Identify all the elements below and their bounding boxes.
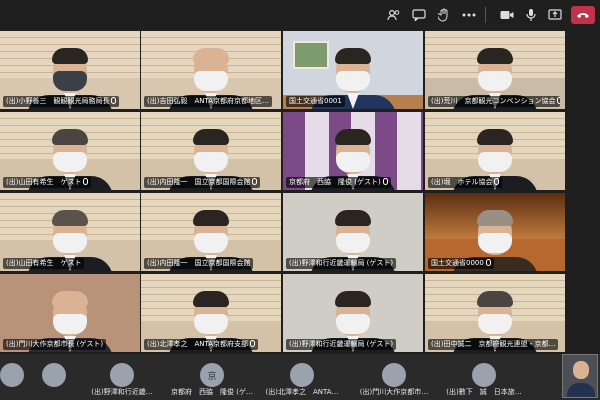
participant-name: (出)山田有希生 ゲスト bbox=[3, 177, 92, 188]
participant-name: (出)小野善三 観観観光局務局長 bbox=[3, 96, 120, 107]
participant-name: (出)田中誠二 京都府観光連盟・京都… bbox=[428, 339, 559, 350]
toolbar-divider bbox=[485, 7, 486, 23]
participant-name: (出)内田隆一 国立京都国際会館 bbox=[144, 177, 261, 188]
mic-icon bbox=[382, 178, 388, 185]
mic-icon bbox=[83, 178, 89, 185]
leave-button[interactable] bbox=[571, 6, 595, 24]
participant-name: (出)内田隆一 国立京都国際会館 bbox=[144, 258, 254, 269]
participant-slot[interactable] bbox=[0, 357, 24, 397]
participant-name: (出)堀 ホテル協会 bbox=[428, 177, 503, 188]
participant-slot[interactable]: (出)門川大作京都市… bbox=[352, 357, 436, 397]
video-tile[interactable]: (出)田中誠二 京都府観光連盟・京都… bbox=[425, 274, 565, 352]
chat-icon[interactable] bbox=[410, 6, 428, 24]
video-tile[interactable]: 京都府 西脇 隆俊 (ゲスト) bbox=[283, 112, 423, 190]
video-tile[interactable]: (出)堀 ホテル協会 bbox=[425, 112, 565, 190]
video-tile[interactable]: (出)小野善三 観観観光局務局長 bbox=[0, 31, 140, 109]
video-tile[interactable]: (出)荒川 京都観光コンベンション協会 bbox=[425, 31, 565, 109]
participant-slot[interactable]: (出)數下 誠 日本旅… bbox=[442, 357, 526, 397]
mic-icon bbox=[252, 178, 258, 185]
camera-icon[interactable] bbox=[498, 6, 516, 24]
participant-name: (出)吉田弘毅 ANTA京都府京都地区… bbox=[144, 96, 273, 107]
participant-name: (出)北澤孝之 ANTA京都府支部 bbox=[144, 339, 259, 350]
video-tile[interactable]: (出)北澤孝之 ANTA京都府支部 bbox=[141, 274, 281, 352]
participant-strip: (出)野澤和行近畿… 京 京都府 西脇 隆俊 (ゲ… (出)北澤孝之 ANTA…… bbox=[0, 354, 600, 400]
participant-name: (出)荒川 京都観光コンベンション協会 bbox=[428, 96, 560, 107]
participant-name: (出)野澤和行近畿運輸局 (ゲスト) bbox=[286, 258, 397, 269]
video-grid: (出)小野善三 観観観光局務局長 (出)吉田弘毅 ANTA京都府京都地区… 国土… bbox=[0, 31, 566, 353]
video-tile[interactable]: (出)内田隆一 国立京都国際会館 bbox=[141, 112, 281, 190]
video-tile[interactable]: 国土交通省0001 bbox=[283, 31, 423, 109]
self-view-video[interactable] bbox=[562, 354, 598, 398]
participant-name: 京都府 西脇 隆俊 (ゲスト) bbox=[286, 177, 391, 188]
participant-name: 国土交通省0001 bbox=[286, 96, 345, 107]
video-tile[interactable]: (出)吉田弘毅 ANTA京都府京都地区… bbox=[141, 31, 281, 109]
mic-icon bbox=[111, 97, 117, 104]
video-tile[interactable]: (出)野澤和行近畿運輸局 (ゲスト) bbox=[283, 193, 423, 271]
video-tile[interactable]: (出)山田有希生 ゲスト bbox=[0, 193, 140, 271]
meeting-toolbar bbox=[0, 0, 600, 30]
video-tile[interactable]: (出)内田隆一 国立京都国際会館 bbox=[141, 193, 281, 271]
raise-hand-icon[interactable] bbox=[435, 6, 453, 24]
participant-slot[interactable] bbox=[36, 357, 72, 397]
video-tile[interactable]: (出)門川大作京都市長 (ゲスト) bbox=[0, 274, 140, 352]
more-icon[interactable] bbox=[460, 6, 478, 24]
video-tile[interactable]: (出)野澤和行近畿運輸局 (ゲスト) bbox=[283, 274, 423, 352]
mic-icon bbox=[494, 178, 500, 185]
mic-icon bbox=[557, 97, 560, 104]
participant-slot[interactable]: (出)北澤孝之 ANTA… bbox=[260, 357, 344, 397]
participant-name: (出)門川大作京都市長 (ゲスト) bbox=[3, 339, 107, 350]
participant-slot[interactable]: 京 京都府 西脇 隆俊 (ゲ… bbox=[170, 357, 254, 397]
participant-name: (出)山田有希生 ゲスト bbox=[3, 258, 85, 269]
participant-slot[interactable]: (出)野澤和行近畿… bbox=[80, 357, 164, 397]
share-icon[interactable] bbox=[546, 6, 564, 24]
participant-name: (出)野澤和行近畿運輸局 (ゲスト) bbox=[286, 339, 397, 350]
video-tile[interactable]: (出)山田有希生 ゲスト bbox=[0, 112, 140, 190]
participant-name: 国土交通省0000 bbox=[428, 258, 494, 269]
people-icon[interactable] bbox=[385, 6, 403, 24]
poster-image bbox=[293, 41, 329, 69]
mic-icon[interactable] bbox=[522, 6, 540, 24]
mic-icon bbox=[485, 259, 491, 266]
mic-icon bbox=[250, 340, 256, 347]
video-tile[interactable]: 国土交通省0000 bbox=[425, 193, 565, 271]
